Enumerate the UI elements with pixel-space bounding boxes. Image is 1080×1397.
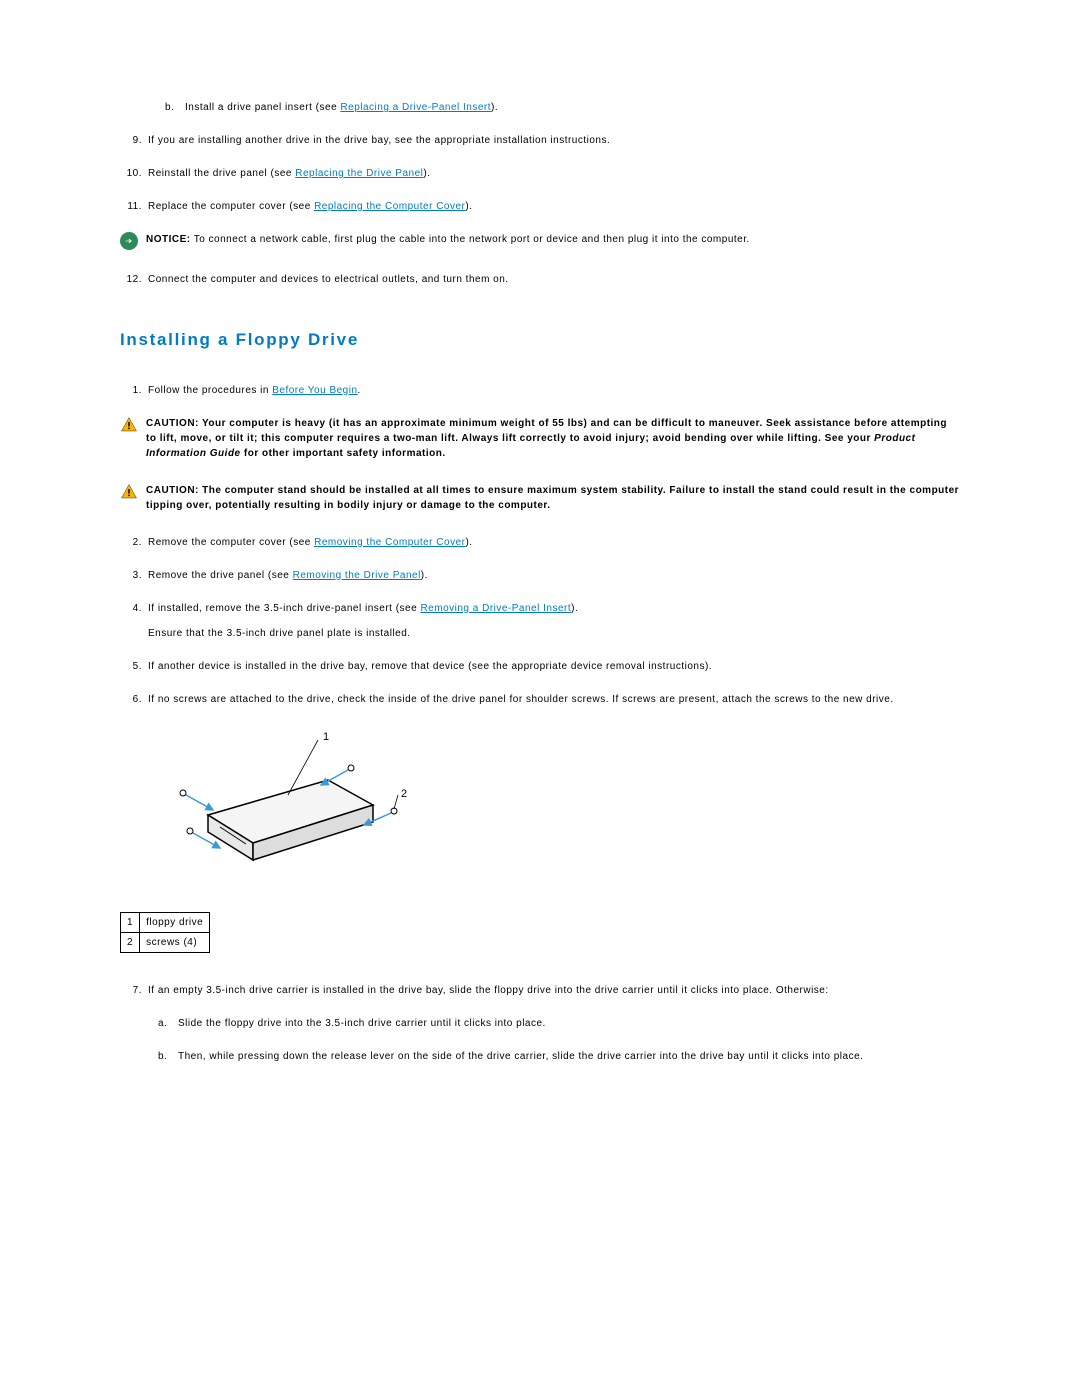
step-number: 4.	[120, 601, 148, 641]
step-3: 3. Remove the drive panel (see Removing …	[120, 568, 960, 583]
step-body: Reinstall the drive panel (see Replacing…	[148, 166, 960, 181]
link-replacing-drive-panel-insert[interactable]: Replacing a Drive-Panel Insert	[340, 102, 491, 113]
step-text: Connect the computer and devices to elec…	[148, 272, 960, 287]
legend-num: 1	[121, 912, 140, 932]
caution-label: CAUTION:	[146, 418, 199, 429]
text: Reinstall the drive panel (see	[148, 168, 295, 179]
step-body: Follow the procedures in Before You Begi…	[148, 383, 960, 398]
link-replacing-drive-panel[interactable]: Replacing the Drive Panel	[295, 168, 423, 179]
caution-text: CAUTION: Your computer is heavy (it has …	[146, 416, 960, 461]
text: Remove the drive panel (see	[148, 570, 293, 581]
legend-text: screws (4)	[140, 932, 210, 952]
legend-num: 2	[121, 932, 140, 952]
table-row: 1 floppy drive	[121, 912, 210, 932]
sub-text: Slide the floppy drive into the 3.5-inch…	[178, 1016, 546, 1031]
step-5: 5. If another device is installed in the…	[120, 659, 960, 674]
notice-label: NOTICE:	[146, 234, 191, 245]
link-replacing-computer-cover[interactable]: Replacing the Computer Cover	[314, 201, 465, 212]
arrow-circle-icon	[120, 232, 138, 250]
step-body: Remove the computer cover (see Removing …	[148, 535, 960, 550]
text: Follow the procedures in	[148, 385, 272, 396]
caution-triangle-icon	[120, 483, 138, 501]
step-number: 11.	[120, 199, 148, 214]
caution-text: CAUTION: The computer stand should be in…	[146, 483, 960, 513]
step-body: If installed, remove the 3.5-inch drive-…	[148, 601, 960, 641]
step-7: 7. If an empty 3.5-inch drive carrier is…	[120, 983, 960, 998]
text: ).	[423, 168, 430, 179]
step-text: If you are installing another drive in t…	[148, 133, 960, 148]
text: for other important safety information.	[241, 448, 446, 459]
step-text: If another device is installed in the dr…	[148, 659, 960, 674]
step-9: 9. If you are installing another drive i…	[120, 133, 960, 148]
section-heading: Installing a Floppy Drive	[120, 327, 960, 353]
notice-text: NOTICE: To connect a network cable, firs…	[146, 232, 960, 250]
diagram-legend-table: 1 floppy drive 2 screws (4)	[120, 912, 210, 953]
step-number: 6.	[120, 692, 148, 707]
text: Remove the computer cover (see	[148, 537, 314, 548]
link-removing-drive-panel-insert[interactable]: Removing a Drive-Panel Insert	[420, 603, 571, 614]
sub-step-7a: a. Slide the floppy drive into the 3.5-i…	[148, 1016, 960, 1031]
link-removing-computer-cover[interactable]: Removing the Computer Cover	[314, 537, 465, 548]
text: Your computer is heavy (it has an approx…	[146, 418, 947, 444]
text: .	[358, 385, 361, 396]
step-10: 10. Reinstall the drive panel (see Repla…	[120, 166, 960, 181]
text: Install a drive panel insert (see	[185, 102, 340, 113]
caution-triangle-icon	[120, 416, 138, 434]
text: The computer stand should be installed a…	[146, 485, 959, 511]
step-body: Remove the drive panel (see Removing the…	[148, 568, 960, 583]
diagram-label-1: 1	[323, 731, 330, 743]
text: ).	[465, 537, 472, 548]
step-number: 9.	[120, 133, 148, 148]
caution-block-2: CAUTION: The computer stand should be in…	[120, 483, 960, 513]
sub-step-7b: b. Then, while pressing down the release…	[148, 1049, 960, 1064]
step-2: 2. Remove the computer cover (see Removi…	[120, 535, 960, 550]
notice-icon	[120, 232, 138, 250]
step-12: 12. Connect the computer and devices to …	[120, 272, 960, 287]
step-text: If an empty 3.5-inch drive carrier is in…	[148, 983, 960, 998]
step-number: 5.	[120, 659, 148, 674]
step-number: 10.	[120, 166, 148, 181]
sub-marker: b.	[158, 1049, 178, 1064]
text: ).	[465, 201, 472, 212]
notice-block: NOTICE: To connect a network cable, firs…	[120, 232, 960, 250]
text: To connect a network cable, first plug t…	[191, 234, 750, 245]
sub-body: Install a drive panel insert (see Replac…	[185, 100, 498, 115]
step-11: 11. Replace the computer cover (see Repl…	[120, 199, 960, 214]
floppy-drive-diagram: 1 2	[148, 725, 960, 890]
diagram-label-2: 2	[401, 788, 408, 800]
caution-label: CAUTION:	[146, 485, 199, 496]
text: If installed, remove the 3.5-inch drive-…	[148, 603, 420, 614]
step-number: 1.	[120, 383, 148, 398]
sub-text: Then, while pressing down the release le…	[178, 1049, 863, 1064]
legend-text: floppy drive	[140, 912, 210, 932]
step-4-extra: Ensure that the 3.5-inch drive panel pla…	[148, 626, 960, 641]
step-number: 3.	[120, 568, 148, 583]
text: ).	[491, 102, 498, 113]
text: ).	[571, 603, 578, 614]
step-6: 6. If no screws are attached to the driv…	[120, 692, 960, 707]
step-number: 2.	[120, 535, 148, 550]
sub-marker: b.	[165, 100, 185, 115]
step-body: Replace the computer cover (see Replacin…	[148, 199, 960, 214]
step-4: 4. If installed, remove the 3.5-inch dri…	[120, 601, 960, 641]
step-number: 7.	[120, 983, 148, 998]
sub-step-b: b. Install a drive panel insert (see Rep…	[120, 100, 960, 115]
step-1: 1. Follow the procedures in Before You B…	[120, 383, 960, 398]
table-row: 2 screws (4)	[121, 932, 210, 952]
link-removing-drive-panel[interactable]: Removing the Drive Panel	[293, 570, 421, 581]
sub-marker: a.	[158, 1016, 178, 1031]
text: Replace the computer cover (see	[148, 201, 314, 212]
caution-block-1: CAUTION: Your computer is heavy (it has …	[120, 416, 960, 461]
document-content: b. Install a drive panel insert (see Rep…	[120, 100, 960, 1064]
step-text: If no screws are attached to the drive, …	[148, 692, 960, 707]
text: ).	[421, 570, 428, 581]
link-before-you-begin[interactable]: Before You Begin	[272, 385, 357, 396]
step-number: 12.	[120, 272, 148, 287]
step-7-sublist: a. Slide the floppy drive into the 3.5-i…	[120, 1016, 960, 1064]
